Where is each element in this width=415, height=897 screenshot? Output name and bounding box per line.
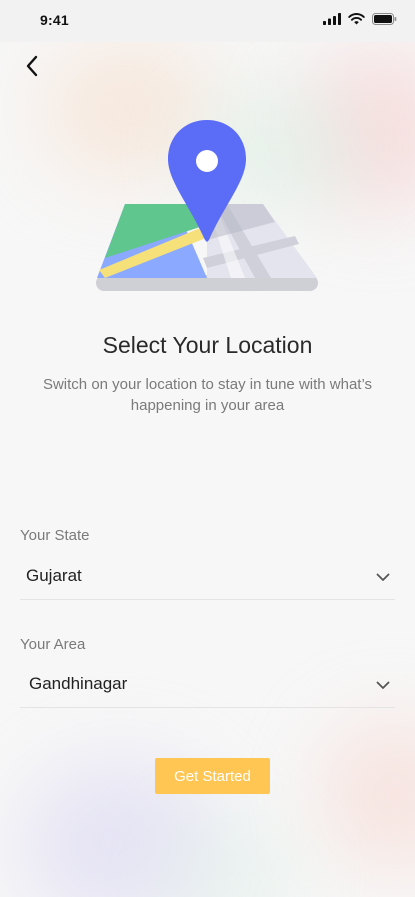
state-select-value: Gujarat (26, 566, 82, 585)
map-location-pin-icon (96, 120, 318, 291)
get-started-button[interactable]: Get Started (155, 758, 270, 794)
background-blob (160, 820, 300, 897)
area-field-label: Your Area (20, 636, 86, 653)
back-button[interactable] (18, 52, 46, 80)
status-time: 9:41 (40, 12, 69, 28)
battery-icon (372, 13, 397, 25)
chevron-down-icon (376, 573, 390, 581)
status-bar: 9:41 (0, 0, 415, 42)
status-icons (323, 13, 397, 25)
background-blob (320, 720, 415, 870)
chevron-down-icon (376, 681, 390, 689)
state-select[interactable]: Gujarat (20, 555, 395, 600)
chevron-left-icon (26, 55, 38, 77)
page-subtitle: Switch on your location to stay in tune … (42, 376, 373, 414)
page-title: Select Your Location (102, 332, 313, 358)
area-select-value: Gandhinagar (29, 674, 128, 693)
wifi-icon (348, 13, 365, 25)
area-select[interactable]: Gandhinagar (20, 663, 395, 708)
cellular-signal-icon (323, 13, 341, 25)
select-location-screen: 9:41 Select Your Location Switch on your… (0, 0, 415, 897)
state-field-label: Your State (20, 527, 90, 544)
